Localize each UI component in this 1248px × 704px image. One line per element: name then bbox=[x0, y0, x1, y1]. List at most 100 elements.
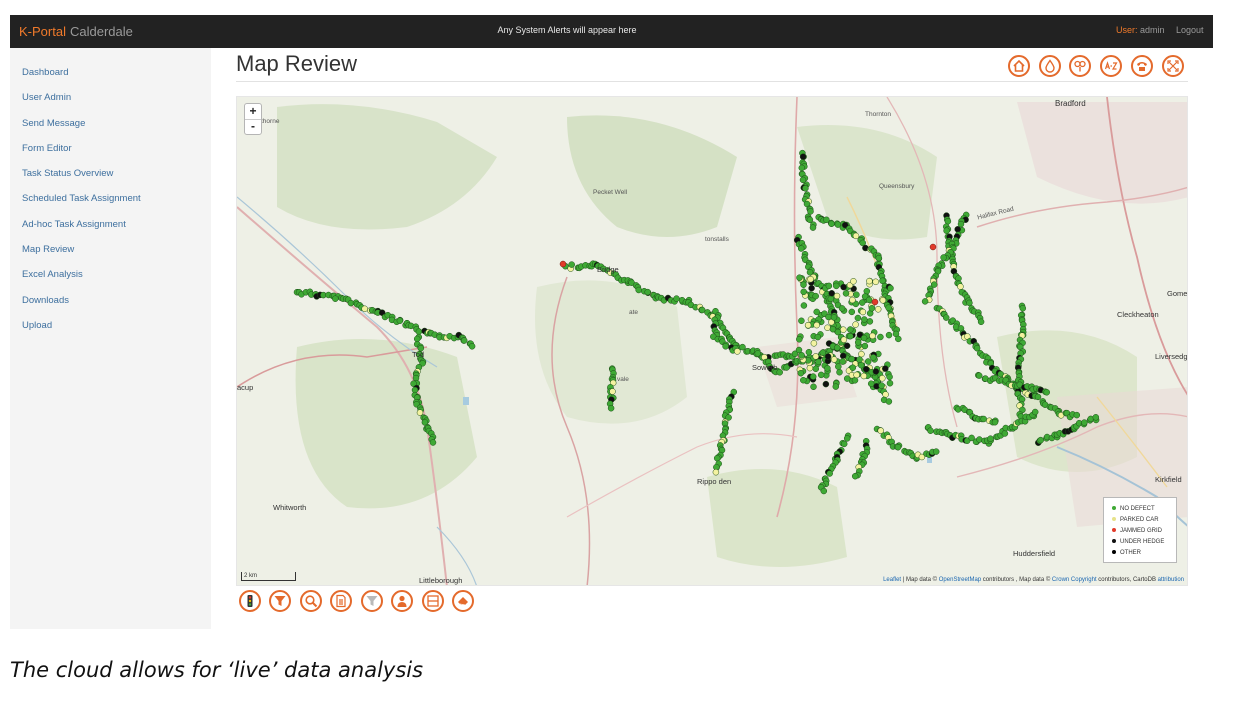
filter-clear-button[interactable] bbox=[361, 590, 383, 612]
defect-point[interactable] bbox=[871, 298, 879, 306]
defect-point[interactable] bbox=[800, 376, 807, 384]
defect-point[interactable] bbox=[856, 356, 863, 363]
defect-point[interactable] bbox=[847, 326, 854, 333]
sidebar-item-user-admin[interactable]: User Admin bbox=[22, 92, 71, 103]
defect-point[interactable] bbox=[800, 281, 807, 288]
defect-point[interactable] bbox=[849, 296, 856, 304]
defect-point[interactable] bbox=[812, 365, 820, 373]
defect-point[interactable] bbox=[852, 321, 859, 328]
crown-copyright-link[interactable]: Crown Copyright bbox=[1052, 577, 1097, 583]
defect-point[interactable] bbox=[807, 208, 814, 215]
defect-point[interactable] bbox=[932, 448, 940, 455]
defect-point[interactable] bbox=[807, 275, 814, 283]
defect-point[interactable] bbox=[874, 306, 882, 313]
defect-point[interactable] bbox=[1073, 411, 1081, 419]
leaflet-link[interactable]: Leaflet bbox=[883, 577, 901, 583]
defect-point[interactable] bbox=[840, 326, 847, 333]
defect-point[interactable] bbox=[872, 278, 879, 286]
defect-point[interactable] bbox=[854, 314, 862, 322]
defect-point[interactable] bbox=[875, 254, 883, 262]
defect-point[interactable] bbox=[713, 454, 721, 462]
defect-point[interactable] bbox=[812, 353, 820, 360]
defect-point[interactable] bbox=[882, 365, 889, 372]
defect-point[interactable] bbox=[858, 350, 865, 358]
defect-point[interactable] bbox=[869, 332, 876, 340]
defect-point[interactable] bbox=[852, 232, 860, 240]
defect-point[interactable] bbox=[825, 282, 833, 290]
defect-point[interactable] bbox=[815, 358, 822, 366]
defect-point[interactable] bbox=[865, 296, 873, 304]
logout-link[interactable]: Logout bbox=[1176, 25, 1204, 35]
defect-point[interactable] bbox=[797, 245, 805, 252]
defect-point[interactable] bbox=[940, 254, 947, 261]
defect-point[interactable] bbox=[712, 468, 720, 476]
zoom-out-button[interactable]: - bbox=[245, 119, 261, 134]
defect-point[interactable] bbox=[810, 340, 818, 347]
defect-point[interactable] bbox=[829, 325, 837, 333]
defect-point[interactable] bbox=[833, 292, 841, 300]
defect-point[interactable] bbox=[828, 290, 835, 297]
defect-point[interactable] bbox=[799, 153, 807, 160]
defect-point[interactable] bbox=[836, 368, 843, 376]
defect-point[interactable] bbox=[804, 321, 812, 329]
sidebar-item-form-editor[interactable]: Form Editor bbox=[22, 143, 72, 154]
defect-point[interactable] bbox=[776, 369, 783, 376]
defect-point[interactable] bbox=[879, 297, 887, 304]
defect-point[interactable] bbox=[980, 415, 987, 423]
defect-point[interactable] bbox=[798, 164, 806, 172]
defect-point[interactable] bbox=[809, 373, 817, 380]
defect-point[interactable] bbox=[673, 295, 680, 302]
defect-point[interactable] bbox=[826, 470, 833, 477]
defect-point[interactable] bbox=[1081, 419, 1088, 426]
defect-point[interactable] bbox=[840, 440, 848, 448]
fullscreen-button[interactable] bbox=[1162, 55, 1184, 77]
defect-point[interactable] bbox=[861, 316, 868, 323]
defect-point[interactable] bbox=[827, 295, 835, 302]
defect-point[interactable] bbox=[832, 383, 840, 390]
defect-point[interactable] bbox=[812, 292, 819, 300]
defect-point[interactable] bbox=[1019, 305, 1027, 312]
defect-point[interactable] bbox=[797, 369, 805, 377]
defect-point[interactable] bbox=[894, 443, 902, 451]
defect-point[interactable] bbox=[886, 373, 893, 381]
defect-point[interactable] bbox=[833, 344, 841, 351]
defect-point[interactable] bbox=[824, 353, 832, 360]
defect-point[interactable] bbox=[843, 375, 851, 382]
a-z-button[interactable] bbox=[1100, 55, 1122, 77]
home-button[interactable] bbox=[1008, 55, 1030, 77]
defect-point[interactable] bbox=[957, 220, 965, 228]
defect-point[interactable] bbox=[859, 308, 867, 316]
defect-point[interactable] bbox=[810, 383, 817, 391]
sidebar-item-upload[interactable]: Upload bbox=[22, 320, 52, 331]
defect-point[interactable] bbox=[850, 278, 857, 285]
defect-point[interactable] bbox=[817, 371, 825, 379]
sidebar-item-scheduled-task-assignment[interactable]: Scheduled Task Assignment bbox=[22, 193, 141, 204]
osm-link[interactable]: OpenStreetMap bbox=[939, 577, 981, 583]
defect-point[interactable] bbox=[860, 334, 868, 342]
defect-point[interactable] bbox=[857, 361, 865, 369]
defect-point[interactable] bbox=[853, 371, 860, 379]
person-button[interactable] bbox=[391, 590, 413, 612]
defect-point[interactable] bbox=[609, 388, 616, 395]
defect-point[interactable] bbox=[840, 336, 848, 343]
zoom-in-button[interactable]: + bbox=[245, 104, 261, 120]
defect-point[interactable] bbox=[805, 348, 813, 356]
defect-point[interactable] bbox=[943, 227, 950, 234]
defect-point[interactable] bbox=[977, 318, 985, 326]
defect-point[interactable] bbox=[866, 318, 874, 325]
defect-point[interactable] bbox=[957, 283, 964, 290]
defect-point[interactable] bbox=[842, 290, 850, 297]
defect-point[interactable] bbox=[824, 365, 831, 372]
defect-point[interactable] bbox=[830, 356, 838, 363]
defect-point[interactable] bbox=[332, 295, 339, 302]
sidebar-item-adhoc-task-assignment[interactable]: Ad-hoc Task Assignment bbox=[22, 219, 126, 230]
defect-point[interactable] bbox=[991, 418, 999, 426]
defect-point[interactable] bbox=[820, 487, 828, 495]
defect-point[interactable] bbox=[722, 343, 729, 350]
sidebar-item-excel-analysis[interactable]: Excel Analysis bbox=[22, 269, 83, 280]
defect-point[interactable] bbox=[802, 185, 809, 192]
defect-point[interactable] bbox=[429, 439, 437, 446]
defect-point[interactable] bbox=[635, 286, 642, 294]
defect-point[interactable] bbox=[854, 339, 862, 346]
defect-point[interactable] bbox=[800, 302, 808, 309]
